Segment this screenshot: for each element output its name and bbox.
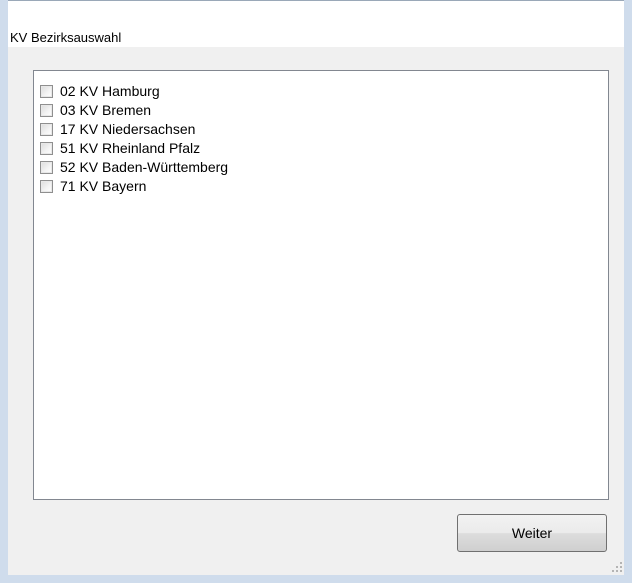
- list-item-niedersachsen[interactable]: 17 KV Niedersachsen: [40, 120, 195, 138]
- list-item-label: 17 KV Niedersachsen: [60, 121, 196, 137]
- resize-grip-icon[interactable]: [612, 562, 624, 574]
- list-item-label: 51 KV Rheinland Pfalz: [60, 140, 201, 156]
- list-item-bayern[interactable]: 71 KV Bayern: [40, 177, 146, 195]
- list-item-label: 03 KV Bremen: [60, 102, 152, 118]
- list-item-label: 71 KV Bayern: [60, 178, 147, 194]
- list-item-baden-wuerttemberg[interactable]: 52 KV Baden-Württemberg: [40, 158, 228, 176]
- checkbox[interactable]: [40, 84, 53, 98]
- list-item-bremen[interactable]: 03 KV Bremen: [40, 101, 151, 119]
- title-bar[interactable]: KV Bezirksauswahl: [1, 1, 631, 47]
- checkbox[interactable]: [40, 122, 53, 136]
- checkbox[interactable]: [40, 179, 53, 193]
- checkbox[interactable]: [40, 160, 53, 174]
- list-item-label: 52 KV Baden-Württemberg: [60, 159, 229, 175]
- district-checklist[interactable]: 02 KV Hamburg 03 KV Bremen 17 KV Nieders…: [33, 70, 609, 500]
- list-item-hamburg[interactable]: 02 KV Hamburg: [40, 82, 160, 100]
- list-item-label: 02 KV Hamburg: [60, 83, 160, 99]
- next-button[interactable]: Weiter: [457, 514, 607, 552]
- checkbox[interactable]: [40, 141, 53, 155]
- window-title: KV Bezirksauswahl: [10, 30, 122, 45]
- checkbox[interactable]: [40, 103, 53, 117]
- list-item-rheinland-pfalz[interactable]: 51 KV Rheinland Pfalz: [40, 139, 200, 157]
